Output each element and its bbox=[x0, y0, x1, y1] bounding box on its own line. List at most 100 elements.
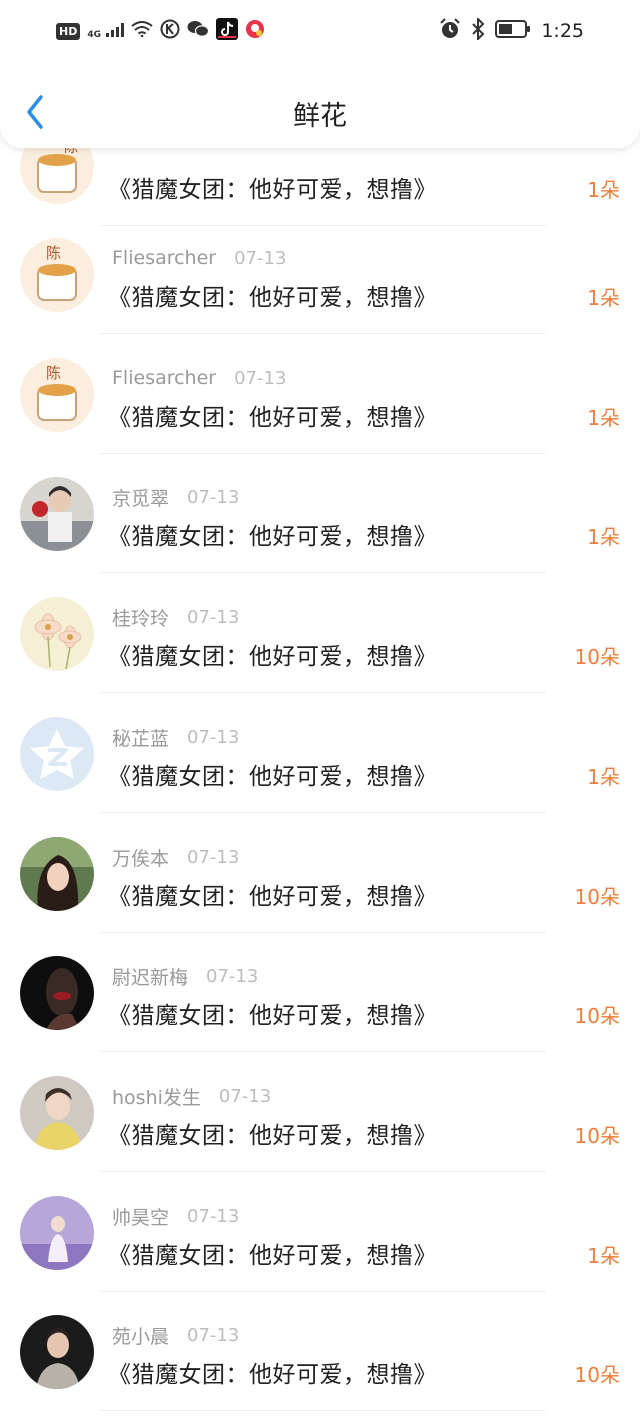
status-bar: HD 4G 1:25 bbox=[0, 14, 640, 50]
row-meta: 帅昊空 07-13 bbox=[112, 1202, 239, 1230]
user-name: 秘芷蓝 bbox=[112, 727, 170, 750]
flower-count: 10朵 bbox=[574, 1124, 620, 1148]
row-date: 07-13 bbox=[187, 606, 240, 628]
work-title[interactable]: 《猎魔女团：他好可爱，想撸》 bbox=[108, 996, 437, 1030]
list-item[interactable]: 尉迟新梅 07-13 《猎魔女团：他好可爱，想撸》 10朵 bbox=[0, 956, 640, 1076]
row-date: 07-13 bbox=[187, 1324, 240, 1346]
row-date: 07-13 bbox=[187, 486, 240, 508]
flower-count: 1朵 bbox=[587, 406, 620, 430]
divider bbox=[100, 932, 546, 933]
row-meta: 苑小晨 07-13 bbox=[112, 1321, 239, 1349]
row-date: 07-13 bbox=[234, 367, 287, 389]
signal-icon: 4G bbox=[87, 22, 125, 41]
divider bbox=[100, 333, 546, 334]
work-title[interactable]: 《猎魔女团：他好可爱，想撸》 bbox=[108, 877, 437, 911]
flower-count: 1朵 bbox=[587, 525, 620, 549]
divider bbox=[100, 572, 546, 573]
row-meta: Fliesarcher 07-13 bbox=[112, 364, 286, 392]
row-meta: 秘芷蓝 07-13 bbox=[112, 723, 239, 751]
alarm-icon bbox=[439, 18, 461, 44]
status-right-icons: 1:25 bbox=[439, 16, 584, 44]
work-title[interactable]: 《猎魔女团：他好可爱，想撸》 bbox=[108, 1116, 437, 1150]
wechat-icon bbox=[187, 20, 210, 42]
flower-count: 10朵 bbox=[574, 1363, 620, 1387]
photo-avatar[interactable] bbox=[20, 477, 94, 551]
status-time: 1:25 bbox=[541, 20, 584, 42]
row-date: 07-13 bbox=[187, 1205, 240, 1227]
user-name: 万俟本 bbox=[112, 847, 170, 870]
row-date: 07-13 bbox=[218, 1085, 272, 1107]
row-meta: 万俟本 07-13 bbox=[112, 843, 239, 871]
user-name: 京觅翠 bbox=[112, 487, 170, 510]
user-name: 桂玲玲 bbox=[112, 607, 170, 630]
work-title[interactable]: 《猎魔女团：他好可爱，想撸》 bbox=[108, 1355, 437, 1389]
photo-avatar[interactable] bbox=[20, 837, 94, 911]
work-title[interactable]: 《猎魔女团：他好可爱，想撸》 bbox=[108, 278, 437, 312]
list-item[interactable]: 陈 Fliesarcher 07-13 《猎魔女团：他好可爱，想撸》 1朵 bbox=[0, 238, 640, 358]
user-name: Fliesarcher bbox=[112, 247, 217, 269]
cake-avatar[interactable]: 陈 bbox=[20, 238, 94, 312]
flower-list: 陈 《猎魔女团：他好可爱，想撸》 1朵 陈 Fliesarcher 07-13 … bbox=[0, 0, 640, 1422]
list-item[interactable]: 帅昊空 07-13 《猎魔女团：他好可爱，想撸》 1朵 bbox=[0, 1196, 640, 1316]
flower-count: 1朵 bbox=[587, 286, 620, 310]
flower-avatar[interactable] bbox=[20, 597, 94, 671]
work-title[interactable]: 《猎魔女团：他好可爱，想撸》 bbox=[108, 170, 437, 204]
divider bbox=[100, 1291, 546, 1292]
work-title[interactable]: 《猎魔女团：他好可爱，想撸》 bbox=[108, 637, 437, 671]
divider bbox=[100, 1410, 546, 1411]
list-item[interactable]: 陈 《猎魔女团：他好可爱，想撸》 1朵 bbox=[0, 130, 640, 250]
user-name: hoshi发生 bbox=[112, 1086, 201, 1109]
list-item[interactable]: 秘芷蓝 07-13 《猎魔女团：他好可爱，想撸》 1朵 bbox=[0, 717, 640, 837]
flower-count: 1朵 bbox=[587, 178, 620, 202]
list-item[interactable]: 京觅翠 07-13 《猎魔女团：他好可爱，想撸》 1朵 bbox=[0, 477, 640, 597]
svg-text:陈: 陈 bbox=[46, 364, 61, 382]
photo-avatar[interactable] bbox=[20, 1315, 94, 1389]
user-name: 帅昊空 bbox=[112, 1206, 170, 1229]
list-item[interactable]: 桂玲玲 07-13 《猎魔女团：他好可爱，想撸》 10朵 bbox=[0, 597, 640, 717]
top-header: HD 4G 1:25 鲜花 bbox=[0, 0, 640, 148]
wifi-icon bbox=[131, 21, 153, 41]
row-date: 07-13 bbox=[206, 965, 259, 987]
divider bbox=[100, 225, 546, 226]
divider bbox=[100, 1171, 546, 1172]
photo-avatar[interactable] bbox=[20, 1076, 94, 1150]
photo-avatar[interactable] bbox=[20, 956, 94, 1030]
svg-text:陈: 陈 bbox=[46, 244, 61, 262]
hd-icon: HD bbox=[56, 22, 81, 40]
work-title[interactable]: 《猎魔女团：他好可爱，想撸》 bbox=[108, 517, 437, 551]
flower-count: 10朵 bbox=[574, 645, 620, 669]
page-title: 鲜花 bbox=[293, 101, 347, 132]
row-date: 07-13 bbox=[187, 726, 240, 748]
default-avatar[interactable] bbox=[20, 717, 94, 791]
row-meta: hoshi发生 07-13 bbox=[112, 1082, 271, 1110]
cake-avatar[interactable]: 陈 bbox=[20, 358, 94, 432]
app-notification-icon bbox=[245, 19, 265, 43]
flower-count: 1朵 bbox=[587, 765, 620, 789]
row-date: 07-13 bbox=[187, 846, 240, 868]
photo-avatar[interactable] bbox=[20, 1196, 94, 1270]
row-meta: 桂玲玲 07-13 bbox=[112, 603, 239, 631]
divider bbox=[100, 1051, 546, 1052]
bluetooth-icon bbox=[471, 16, 485, 44]
tiktok-icon bbox=[216, 18, 239, 44]
divider bbox=[100, 812, 546, 813]
list-item[interactable]: 陈 Fliesarcher 07-13 《猎魔女团：他好可爱，想撸》 1朵 bbox=[0, 358, 640, 478]
work-title[interactable]: 《猎魔女团：他好可爱，想撸》 bbox=[108, 757, 437, 791]
divider bbox=[100, 692, 546, 693]
user-name: Fliesarcher bbox=[112, 367, 217, 389]
work-title[interactable]: 《猎魔女团：他好可爱，想撸》 bbox=[108, 398, 437, 432]
list-item[interactable]: 苑小晨 07-13 《猎魔女团：他好可爱，想撸》 10朵 bbox=[0, 1315, 640, 1422]
k-app-icon bbox=[160, 19, 180, 43]
row-date: 07-13 bbox=[234, 247, 287, 269]
status-left-icons: HD 4G bbox=[56, 18, 265, 44]
row-meta: 京觅翠 07-13 bbox=[112, 483, 239, 511]
flower-count: 10朵 bbox=[574, 1004, 620, 1028]
work-title[interactable]: 《猎魔女团：他好可爱，想撸》 bbox=[108, 1236, 437, 1270]
list-item[interactable]: hoshi发生 07-13 《猎魔女团：他好可爱，想撸》 10朵 bbox=[0, 1076, 640, 1196]
row-meta: Fliesarcher 07-13 bbox=[112, 244, 286, 272]
flower-count: 10朵 bbox=[574, 885, 620, 909]
user-name: 尉迟新梅 bbox=[112, 966, 189, 989]
row-meta: 尉迟新梅 07-13 bbox=[112, 962, 258, 990]
list-item[interactable]: 万俟本 07-13 《猎魔女团：他好可爱，想撸》 10朵 bbox=[0, 837, 640, 957]
battery-icon bbox=[495, 20, 531, 42]
